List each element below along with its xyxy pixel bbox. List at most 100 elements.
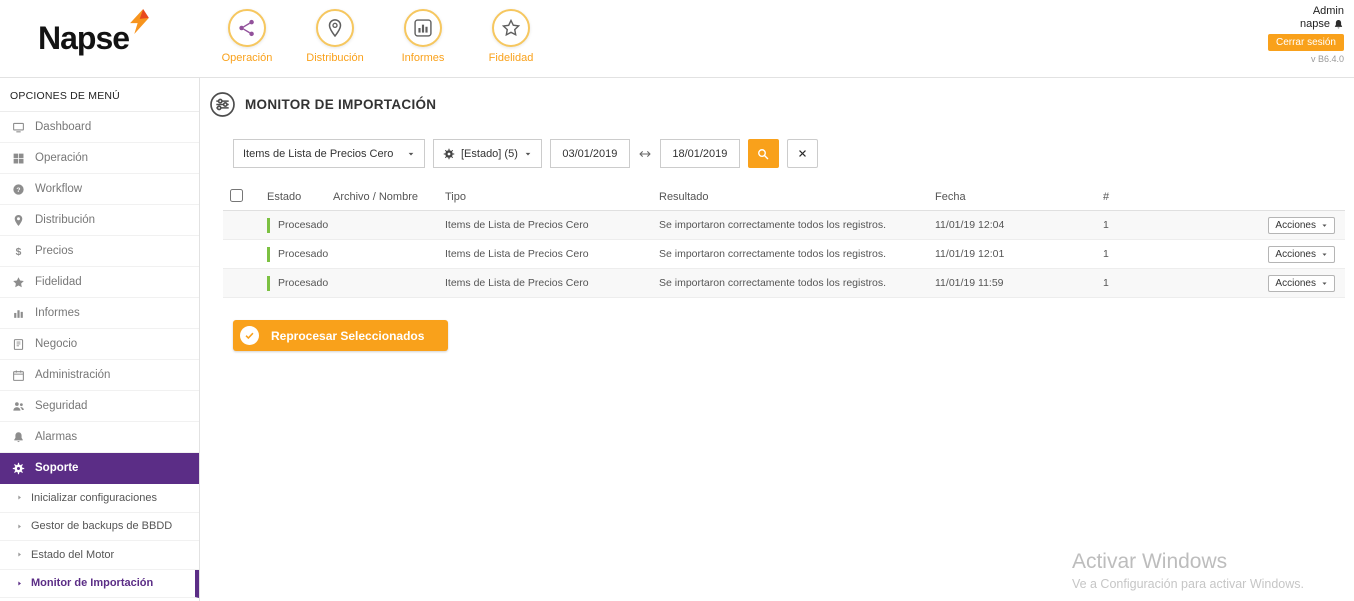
column-header-archivo: Archivo / Nombre [333,191,445,203]
sidebar-item[interactable]: Negocio [0,329,199,360]
sidebar-item[interactable]: Dashboard [0,112,199,143]
table-row[interactable]: Procesado Items de Lista de Precios Cero… [223,211,1345,240]
table-row[interactable]: Procesado Items de Lista de Precios Cero… [223,269,1345,298]
user-panel: Admin napse Cerrar sesión v B6.4.0 [1268,0,1354,77]
column-header-fecha: Fecha [935,191,1103,203]
acciones-button[interactable]: Acciones [1268,275,1335,292]
sidebar-item-label: Alarmas [35,431,77,443]
module-circle [404,9,442,47]
cell-acciones: Acciones [1263,246,1345,263]
pin-outline-icon [325,18,345,38]
windows-activation-watermark: Activar Windows Ve a Configuración para … [1072,550,1304,591]
reprocess-button[interactable]: Reprocesar Seleccionados [233,320,448,351]
acciones-button-label: Acciones [1275,220,1316,231]
chart-icon [12,307,25,320]
spark-icon [127,9,152,34]
chevron-right-icon [16,494,23,501]
cell-estado: Procesado [267,218,333,233]
module-label: Operación [222,52,273,64]
date-from-input[interactable] [550,139,630,168]
cell-resultado: Se importaron correctamente todos los re… [659,277,935,289]
sidebar-sub-item[interactable]: Estado del Motor [0,541,199,570]
sidebar-item[interactable]: Operación [0,143,199,174]
reprocess-button-label: Reprocesar Seleccionados [271,329,424,343]
star-outline-icon [501,18,521,38]
sidebar-item[interactable]: Informes [0,298,199,329]
sidebar-sub-item-label: Estado del Motor [31,549,114,561]
import-type-select[interactable]: Items de Lista de Precios Cero [233,139,425,168]
estado-filter-label: [Estado] (5) [461,148,518,160]
cell-num: 1 [1103,219,1263,231]
table-row[interactable]: Procesado Items de Lista de Precios Cero… [223,240,1345,269]
chevron-right-icon [16,551,23,558]
date-to-input[interactable] [660,139,740,168]
sidebar-item-label: Negocio [35,338,77,350]
sidebar-title: OPCIONES DE MENÚ [0,78,199,112]
sidebar-item-label: Administración [35,369,110,381]
module-item[interactable]: Informes [391,9,455,77]
page-title: MONITOR DE IMPORTACIÓN [245,97,436,112]
column-header-estado: Estado [267,191,333,203]
sidebar-item-label: Informes [35,307,80,319]
sidebar-item-label: Operación [35,152,88,164]
calendar-icon [12,369,25,382]
sliders-icon [209,91,236,118]
column-header-resultado: Resultado [659,191,935,203]
bell-icon[interactable] [1333,19,1344,30]
filter-bar: Items de Lista de Precios Cero [Estado] … [233,139,1354,168]
import-type-select-value: Items de Lista de Precios Cero [243,148,393,160]
select-all-checkbox[interactable] [230,189,243,202]
sidebar-item[interactable]: Administración [0,360,199,391]
import-table: Estado Archivo / Nombre Tipo Resultado F… [223,184,1345,298]
module-item[interactable]: Operación [215,9,279,77]
nodes-icon [237,18,257,38]
check-icon [244,330,255,341]
sidebar-item[interactable]: Soporte [0,453,199,484]
clear-filter-button[interactable] [787,139,818,168]
cell-estado: Procesado [267,276,333,291]
module-nav: Operación Distribución Informes [215,0,543,77]
cell-num: 1 [1103,277,1263,289]
account-name: napse [1300,18,1330,30]
caret-down-icon [1321,251,1328,258]
sidebar-item[interactable]: Seguridad [0,391,199,422]
status-bar [267,218,270,233]
estado-filter-button[interactable]: [Estado] (5) [433,139,542,168]
brand-logo[interactable]: Napse [0,0,205,77]
sidebar-item[interactable]: Precios [0,236,199,267]
sidebar-item[interactable]: Workflow [0,174,199,205]
column-header-num: # [1103,191,1263,203]
sidebar-item[interactable]: Distribución [0,205,199,236]
chevron-right-icon [16,523,23,530]
cell-acciones: Acciones [1263,217,1345,234]
pin-icon [12,214,25,227]
sidebar-sub-item[interactable]: Monitor de Importación [0,570,199,599]
sidebar-sub-item-label: Gestor de backups de BBDD [31,520,172,532]
cell-estado: Procesado [267,247,333,262]
sidebar-sub-item[interactable]: Gestor de backups de BBDD [0,513,199,542]
acciones-button[interactable]: Acciones [1268,217,1335,234]
module-item[interactable]: Fidelidad [479,9,543,77]
version-label: v B6.4.0 [1268,54,1344,64]
sidebar-item-label: Seguridad [35,400,87,412]
sidebar: OPCIONES DE MENÚ Dashboard Operación Wor… [0,78,200,601]
chart-box-icon [413,18,433,38]
gear-icon [12,462,25,475]
cell-resultado: Se importaron correctamente todos los re… [659,248,935,260]
acciones-button[interactable]: Acciones [1268,246,1335,263]
star-icon [12,276,25,289]
watermark-subtitle: Ve a Configuración para activar Windows. [1072,577,1304,591]
sidebar-item[interactable]: Alarmas [0,422,199,453]
cell-fecha: 11/01/19 11:59 [935,277,1103,289]
module-item[interactable]: Distribución [303,9,367,77]
date-range-arrow-icon [638,147,652,161]
sidebar-item[interactable]: Fidelidad [0,267,199,298]
logout-button[interactable]: Cerrar sesión [1268,34,1344,51]
sidebar-item-label: Dashboard [35,121,91,133]
dollar-icon [12,245,25,258]
cell-acciones: Acciones [1263,275,1345,292]
gear-icon [443,148,455,160]
caret-down-icon [1321,222,1328,229]
sidebar-sub-item[interactable]: Inicializar configuraciones [0,484,199,513]
search-button[interactable] [748,139,779,168]
